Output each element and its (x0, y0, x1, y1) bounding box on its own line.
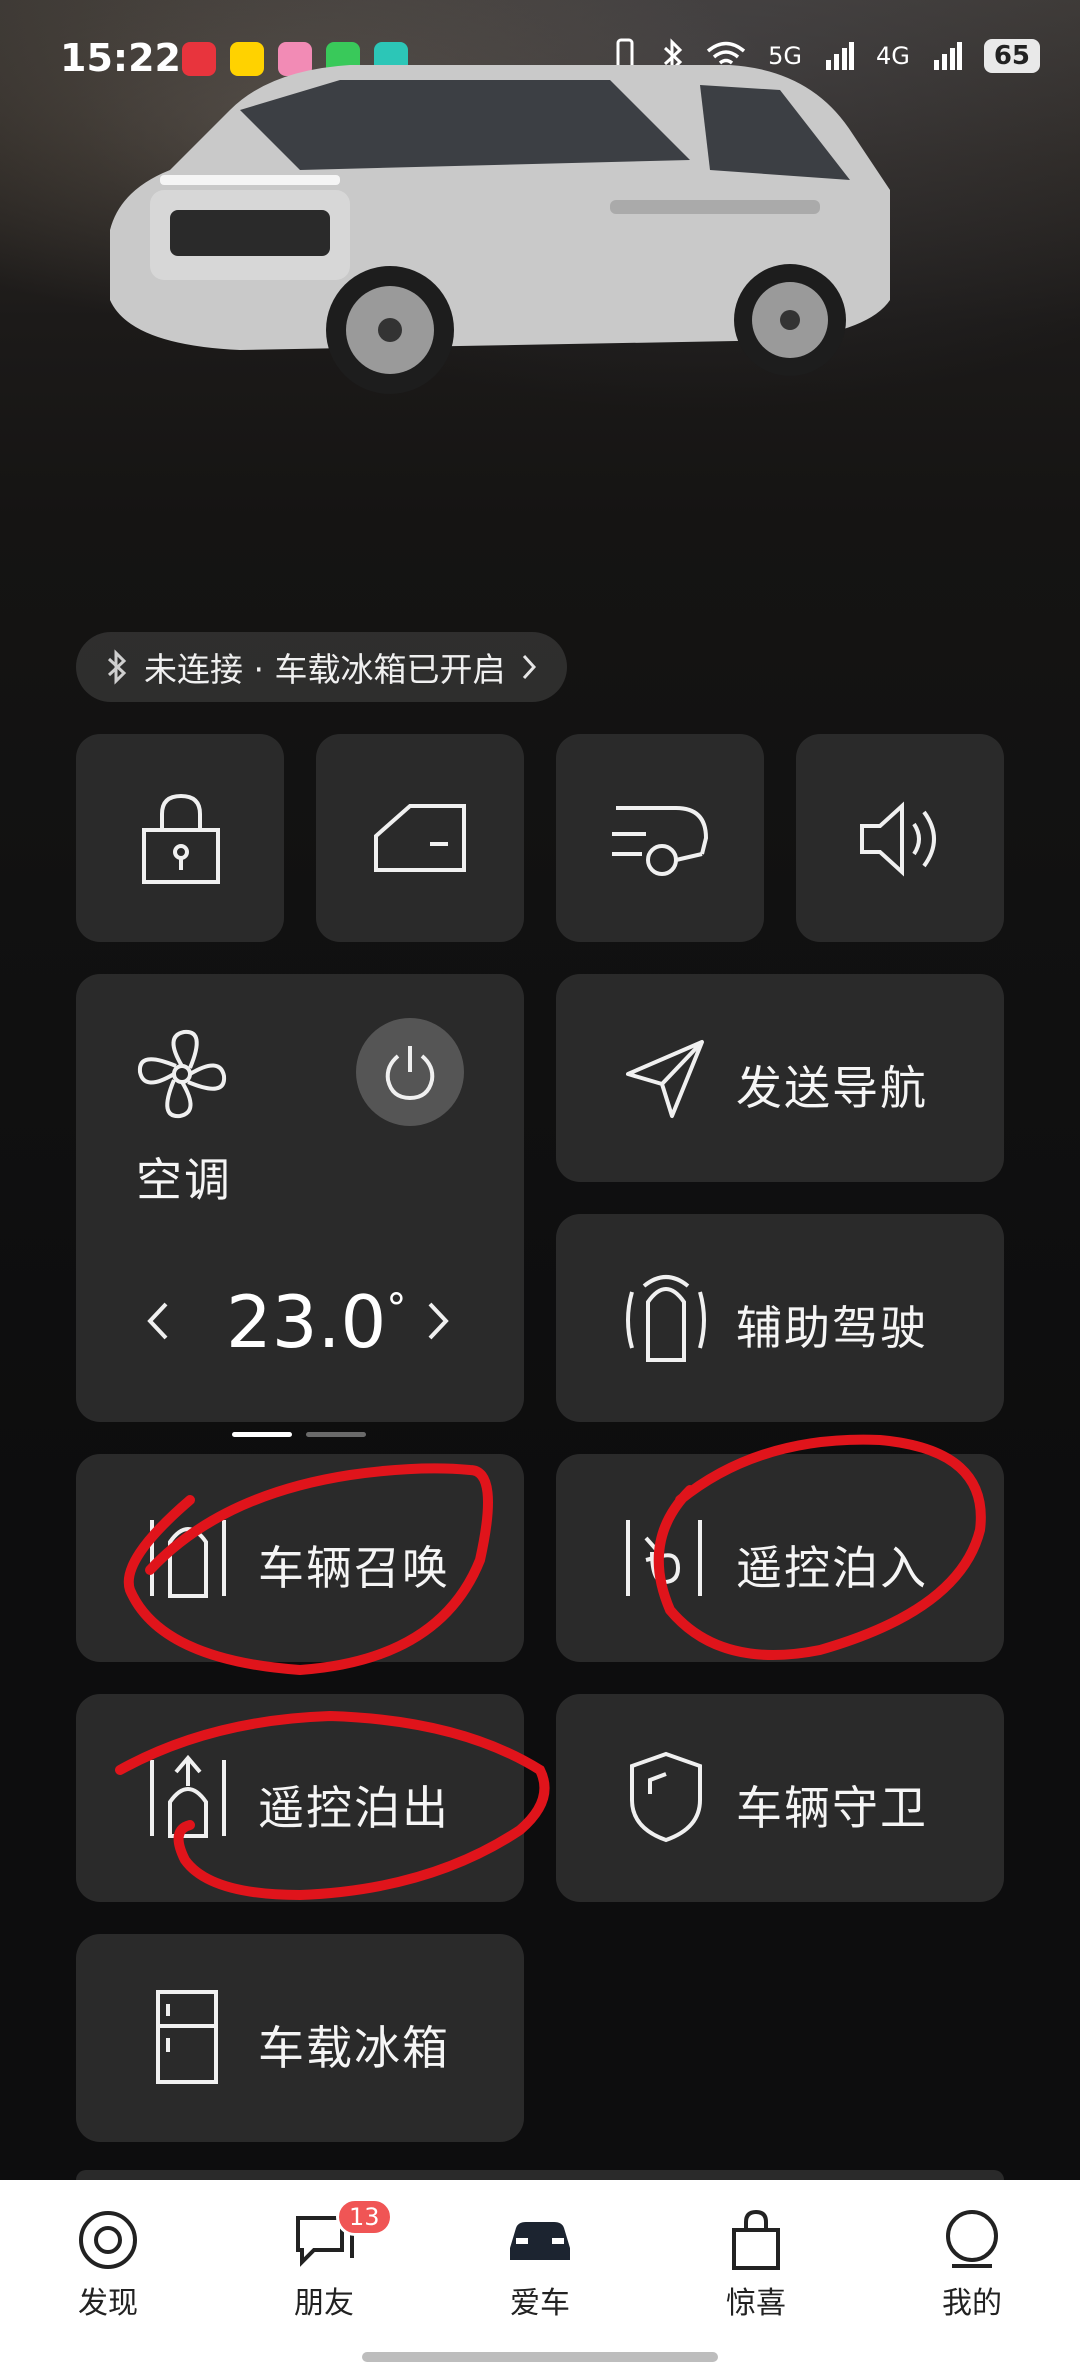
remote-park-in-card[interactable]: 遥控泊入 (556, 1454, 1004, 1662)
vehicle-summon-label: 车辆召唤 (258, 1541, 450, 1595)
temperature-decrease-button[interactable] (146, 1300, 170, 1342)
battery-indicator: 65 (983, 39, 1040, 73)
climate-label: 空调 (136, 1153, 232, 1207)
climate-card[interactable]: 空调 23.0° (76, 974, 524, 1422)
speaker-icon (860, 801, 936, 877)
door-button[interactable] (316, 734, 524, 942)
tab-my-car[interactable]: 爱车 (470, 2208, 610, 2322)
send-navigation-card[interactable]: 发送导航 (556, 974, 1004, 1182)
assisted-driving-card[interactable]: 辅助驾驶 (556, 1214, 1004, 1422)
car-fridge-card[interactable]: 车载冰箱 (76, 1934, 524, 2142)
page-indicator (232, 1432, 366, 1437)
tailgate-button[interactable] (556, 734, 764, 942)
door-icon (374, 804, 466, 872)
connection-status-pill[interactable]: 未连接 · 车载冰箱已开启 (76, 632, 568, 702)
temperature-increase-button[interactable] (426, 1300, 450, 1342)
shopping-bag-icon (732, 2209, 780, 2270)
temperature-value: 23.0° (226, 1280, 406, 1364)
remote-park-in-label: 遥控泊入 (736, 1541, 928, 1595)
vehicle-guard-card[interactable]: 车辆守卫 (556, 1694, 1004, 1902)
bluetooth-disconnected-icon (107, 649, 127, 685)
lock-button[interactable] (76, 734, 284, 942)
car-image[interactable] (90, 40, 910, 420)
tab-surprise[interactable]: 惊喜 (686, 2208, 826, 2322)
page-indicator-inactive (306, 1432, 366, 1437)
friends-notification-badge: 13 (336, 2198, 393, 2236)
profile-icon (946, 2210, 998, 2268)
remote-park-out-icon (150, 1754, 226, 1838)
home-indicator[interactable] (362, 2352, 718, 2362)
tab-my-car-label: 爱车 (510, 2286, 570, 2321)
remote-park-in-icon (626, 1520, 702, 1596)
page-indicator-active (232, 1432, 292, 1437)
connection-status-text: 未连接 · 车载冰箱已开启 (144, 650, 506, 689)
tab-friends[interactable]: 朋友 13 (254, 2198, 394, 2322)
vehicle-guard-label: 车辆守卫 (736, 1781, 928, 1835)
send-navigation-label: 发送导航 (736, 1061, 928, 1115)
chevron-right-icon (523, 654, 537, 680)
horn-button[interactable] (796, 734, 1004, 942)
temperature-number: 23.0 (226, 1280, 387, 1364)
navigation-arrow-icon (626, 1040, 704, 1118)
next-row-card-peek (76, 2170, 1004, 2180)
assisted-driving-label: 辅助驾驶 (736, 1301, 928, 1355)
fan-icon (137, 1029, 227, 1119)
tab-surprise-label: 惊喜 (726, 2286, 786, 2321)
vehicle-summon-icon (150, 1520, 226, 1598)
tab-mine[interactable]: 我的 (902, 2208, 1042, 2322)
tab-friends-label: 朋友 (294, 2286, 354, 2321)
signal-icon-2 (933, 42, 962, 70)
car-fridge-label: 车载冰箱 (258, 2021, 450, 2075)
tab-discover-label: 发现 (78, 2286, 138, 2321)
fridge-icon (156, 1990, 218, 2084)
assisted-driving-icon (626, 1275, 706, 1362)
remote-park-out-label: 遥控泊出 (258, 1781, 450, 1835)
degree-symbol: ° (386, 1286, 407, 1332)
remote-park-out-card[interactable]: 遥控泊出 (76, 1694, 524, 1902)
tab-discover[interactable]: 发现 (38, 2208, 178, 2322)
car-icon (510, 2222, 570, 2260)
bottom-tab-bar: 发现 朋友 13 爱车 惊喜 我的 (0, 2180, 1080, 2376)
tailgate-icon (612, 806, 709, 876)
shield-icon (630, 1751, 702, 1843)
tab-mine-label: 我的 (942, 2286, 1002, 2321)
power-icon (385, 1046, 435, 1101)
discover-icon (79, 2211, 137, 2269)
vehicle-summon-card[interactable]: 车辆召唤 (76, 1454, 524, 1662)
lock-icon (142, 793, 220, 884)
climate-power-button[interactable] (356, 1018, 464, 1126)
